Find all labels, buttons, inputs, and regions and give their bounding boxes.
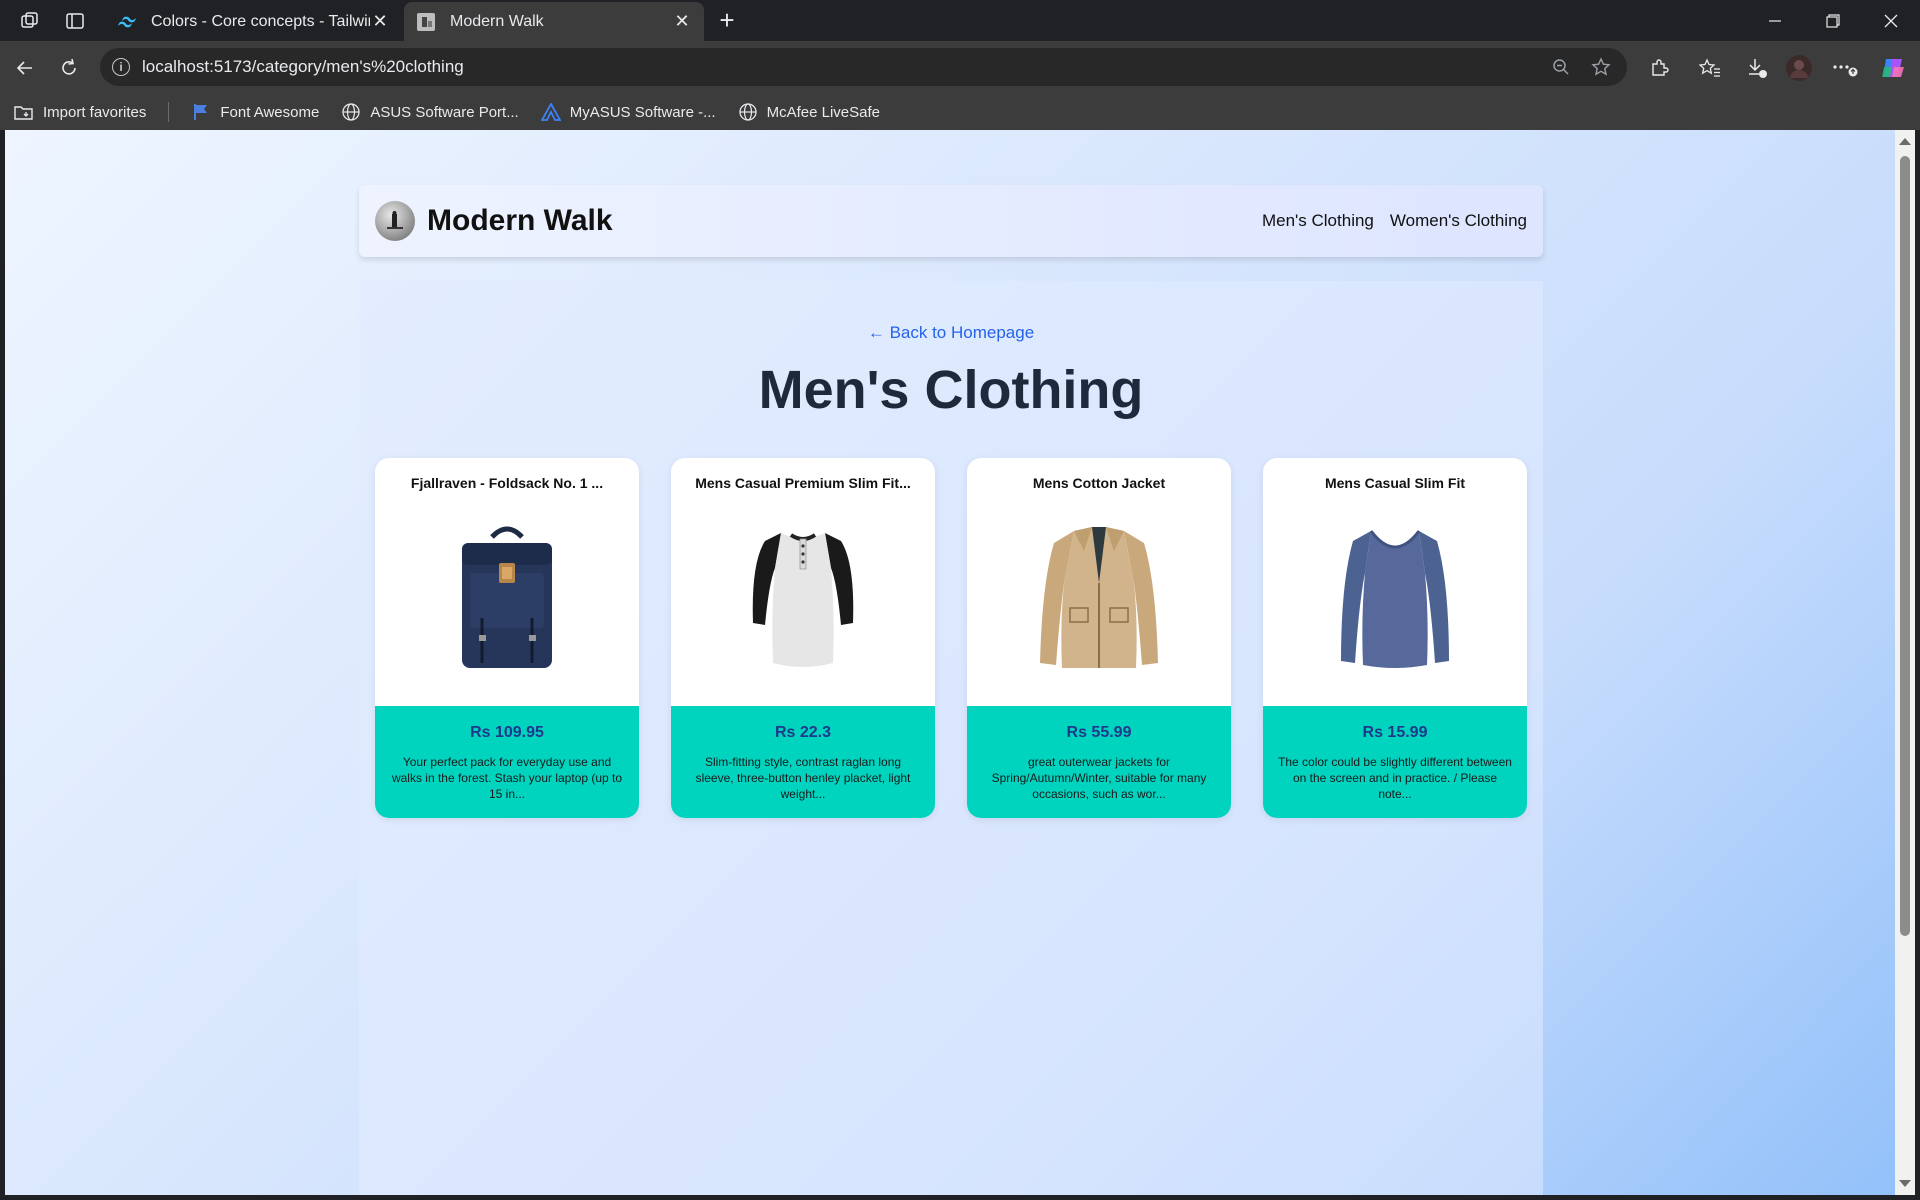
main-content: ← Back to Homepage Men's Clothing Fjallr…: [359, 281, 1543, 1195]
product-info-panel: Rs 109.95 Your perfect pack for everyday…: [375, 706, 639, 818]
globe-icon: [341, 102, 361, 122]
window-frame: [1915, 130, 1920, 1200]
product-image-backpack: [427, 520, 587, 675]
product-info-panel: Rs 22.3 Slim-fitting style, contrast rag…: [671, 706, 935, 818]
profile-avatar[interactable]: [1783, 52, 1815, 84]
close-icon[interactable]: ✕: [672, 11, 692, 32]
extensions-icon[interactable]: [1643, 52, 1675, 84]
product-info-panel: Rs 15.99 The color could be slightly dif…: [1263, 706, 1527, 818]
scrollbar-thumb[interactable]: [1900, 156, 1910, 936]
product-title: Mens Cotton Jacket: [1032, 475, 1166, 491]
product-image-cotton-jacket: [1019, 520, 1179, 675]
product-description: great outerwear jackets for Spring/Autum…: [991, 755, 1207, 801]
product-price: Rs 22.3: [774, 724, 832, 741]
close-window-button[interactable]: [1863, 0, 1919, 41]
product-price: Rs 15.99: [1362, 724, 1428, 741]
new-tab-button[interactable]: +: [712, 6, 742, 36]
back-arrow-icon[interactable]: [9, 52, 41, 84]
asus-icon: [540, 102, 561, 122]
product-image-longsleeve-shirt: [1315, 520, 1475, 675]
zoom-out-icon[interactable]: [1547, 53, 1575, 81]
window-frame: [0, 1195, 1920, 1200]
downloads-icon[interactable]: [1741, 52, 1773, 84]
bookmark-font-awesome[interactable]: Font Awesome: [191, 102, 319, 122]
product-description: Slim-fitting style, contrast raglan long…: [695, 755, 911, 801]
product-description: Your perfect pack for everyday use and w…: [391, 755, 623, 801]
product-title: Mens Casual Slim Fit: [1324, 475, 1466, 491]
page-title: Men's Clothing: [758, 360, 1144, 420]
modern-walk-favicon-icon: [416, 12, 436, 32]
product-image-raglan-tshirt: [723, 520, 883, 675]
product-price: Rs 109.95: [470, 724, 544, 741]
url-text[interactable]: localhost:5173/category/men's%20clothing: [142, 57, 1547, 77]
product-card[interactable]: Mens Casual Slim Fit Rs 15.99 The color …: [1263, 458, 1527, 818]
product-card[interactable]: Fjallraven - Foldsack No. 1 ... Rs 109.9…: [375, 458, 639, 818]
bookmarks-bar: Import favorites Font Awesome ASUS Softw…: [0, 94, 1920, 130]
favorites-icon[interactable]: [1694, 52, 1726, 84]
product-card[interactable]: Mens Cotton Jacket Rs 55.99 great outerw…: [967, 458, 1231, 818]
tab-tailwind-colors[interactable]: Colors - Core concepts - Tailwind ✕: [105, 2, 402, 41]
product-description: The color could be slightly different be…: [1278, 755, 1512, 801]
site-header: Modern Walk Men's Clothing Women's Cloth…: [359, 185, 1543, 257]
bookmark-label: Font Awesome: [220, 103, 320, 121]
bookmark-separator: [168, 102, 170, 122]
bookmark-label: Import favorites: [43, 103, 147, 121]
product-info-panel: Rs 55.99 great outerwear jackets for Spr…: [967, 706, 1231, 818]
bookmark-asus-software-portal[interactable]: ASUS Software Port...: [341, 102, 519, 122]
more-options-icon[interactable]: [1829, 52, 1861, 84]
tab-modern-walk[interactable]: Modern Walk ✕: [404, 2, 704, 41]
flag-icon: [191, 102, 211, 122]
page-viewport: Modern Walk Men's Clothing Women's Cloth…: [5, 130, 1895, 1195]
product-price: Rs 55.99: [1066, 724, 1132, 741]
back-to-homepage-link[interactable]: ← Back to Homepage: [359, 323, 1543, 343]
nav-link-womens-clothing[interactable]: Women's Clothing: [1390, 211, 1527, 231]
bookmark-label: ASUS Software Port...: [370, 103, 519, 121]
window-frame: [0, 130, 5, 1200]
bookmark-label: McAfee LiveSafe: [766, 103, 880, 121]
bookmark-label: MyASUS Software -...: [569, 103, 716, 121]
browser-tab-bar: Colors - Core concepts - Tailwind ✕ Mode…: [0, 0, 1920, 41]
bookmark-import-favorites[interactable]: Import favorites: [14, 102, 146, 122]
import-icon: [14, 102, 34, 122]
close-icon[interactable]: ✕: [370, 11, 390, 32]
copilot-icon[interactable]: [1877, 52, 1909, 84]
tab-title: Modern Walk: [450, 12, 544, 30]
nav-link-mens-clothing[interactable]: Men's Clothing: [1262, 211, 1374, 231]
scroll-up-icon[interactable]: [1899, 138, 1911, 145]
refresh-icon[interactable]: [53, 52, 85, 84]
scroll-down-icon[interactable]: [1899, 1180, 1911, 1187]
tab-title: Colors - Core concepts - Tailwind: [151, 12, 370, 30]
tab-actions-icon[interactable]: [61, 7, 89, 35]
bookmark-mcafee-livesafe[interactable]: McAfee LiveSafe: [738, 102, 880, 122]
product-card[interactable]: Mens Casual Premium Slim Fit... Rs 22.3 …: [671, 458, 935, 818]
globe-icon: [738, 102, 758, 122]
favorite-star-icon[interactable]: [1587, 53, 1615, 81]
product-title: Mens Casual Premium Slim Fit...: [695, 475, 911, 491]
minimize-button[interactable]: [1747, 0, 1803, 41]
restore-button[interactable]: [1805, 0, 1861, 41]
tailwind-icon: [117, 12, 137, 32]
brand-logo[interactable]: [375, 201, 415, 241]
page-scrollbar[interactable]: [1895, 130, 1915, 1195]
site-info-icon[interactable]: i: [112, 58, 130, 76]
bookmark-myasus-software[interactable]: MyASUS Software -...: [540, 102, 716, 122]
workspaces-icon[interactable]: [16, 7, 44, 35]
brand-name[interactable]: Modern Walk: [427, 204, 1246, 238]
product-title: Fjallraven - Foldsack No. 1 ...: [410, 475, 604, 491]
address-bar[interactable]: i localhost:5173/category/men's%20clothi…: [100, 48, 1627, 86]
browser-toolbar: i localhost:5173/category/men's%20clothi…: [0, 41, 1920, 94]
